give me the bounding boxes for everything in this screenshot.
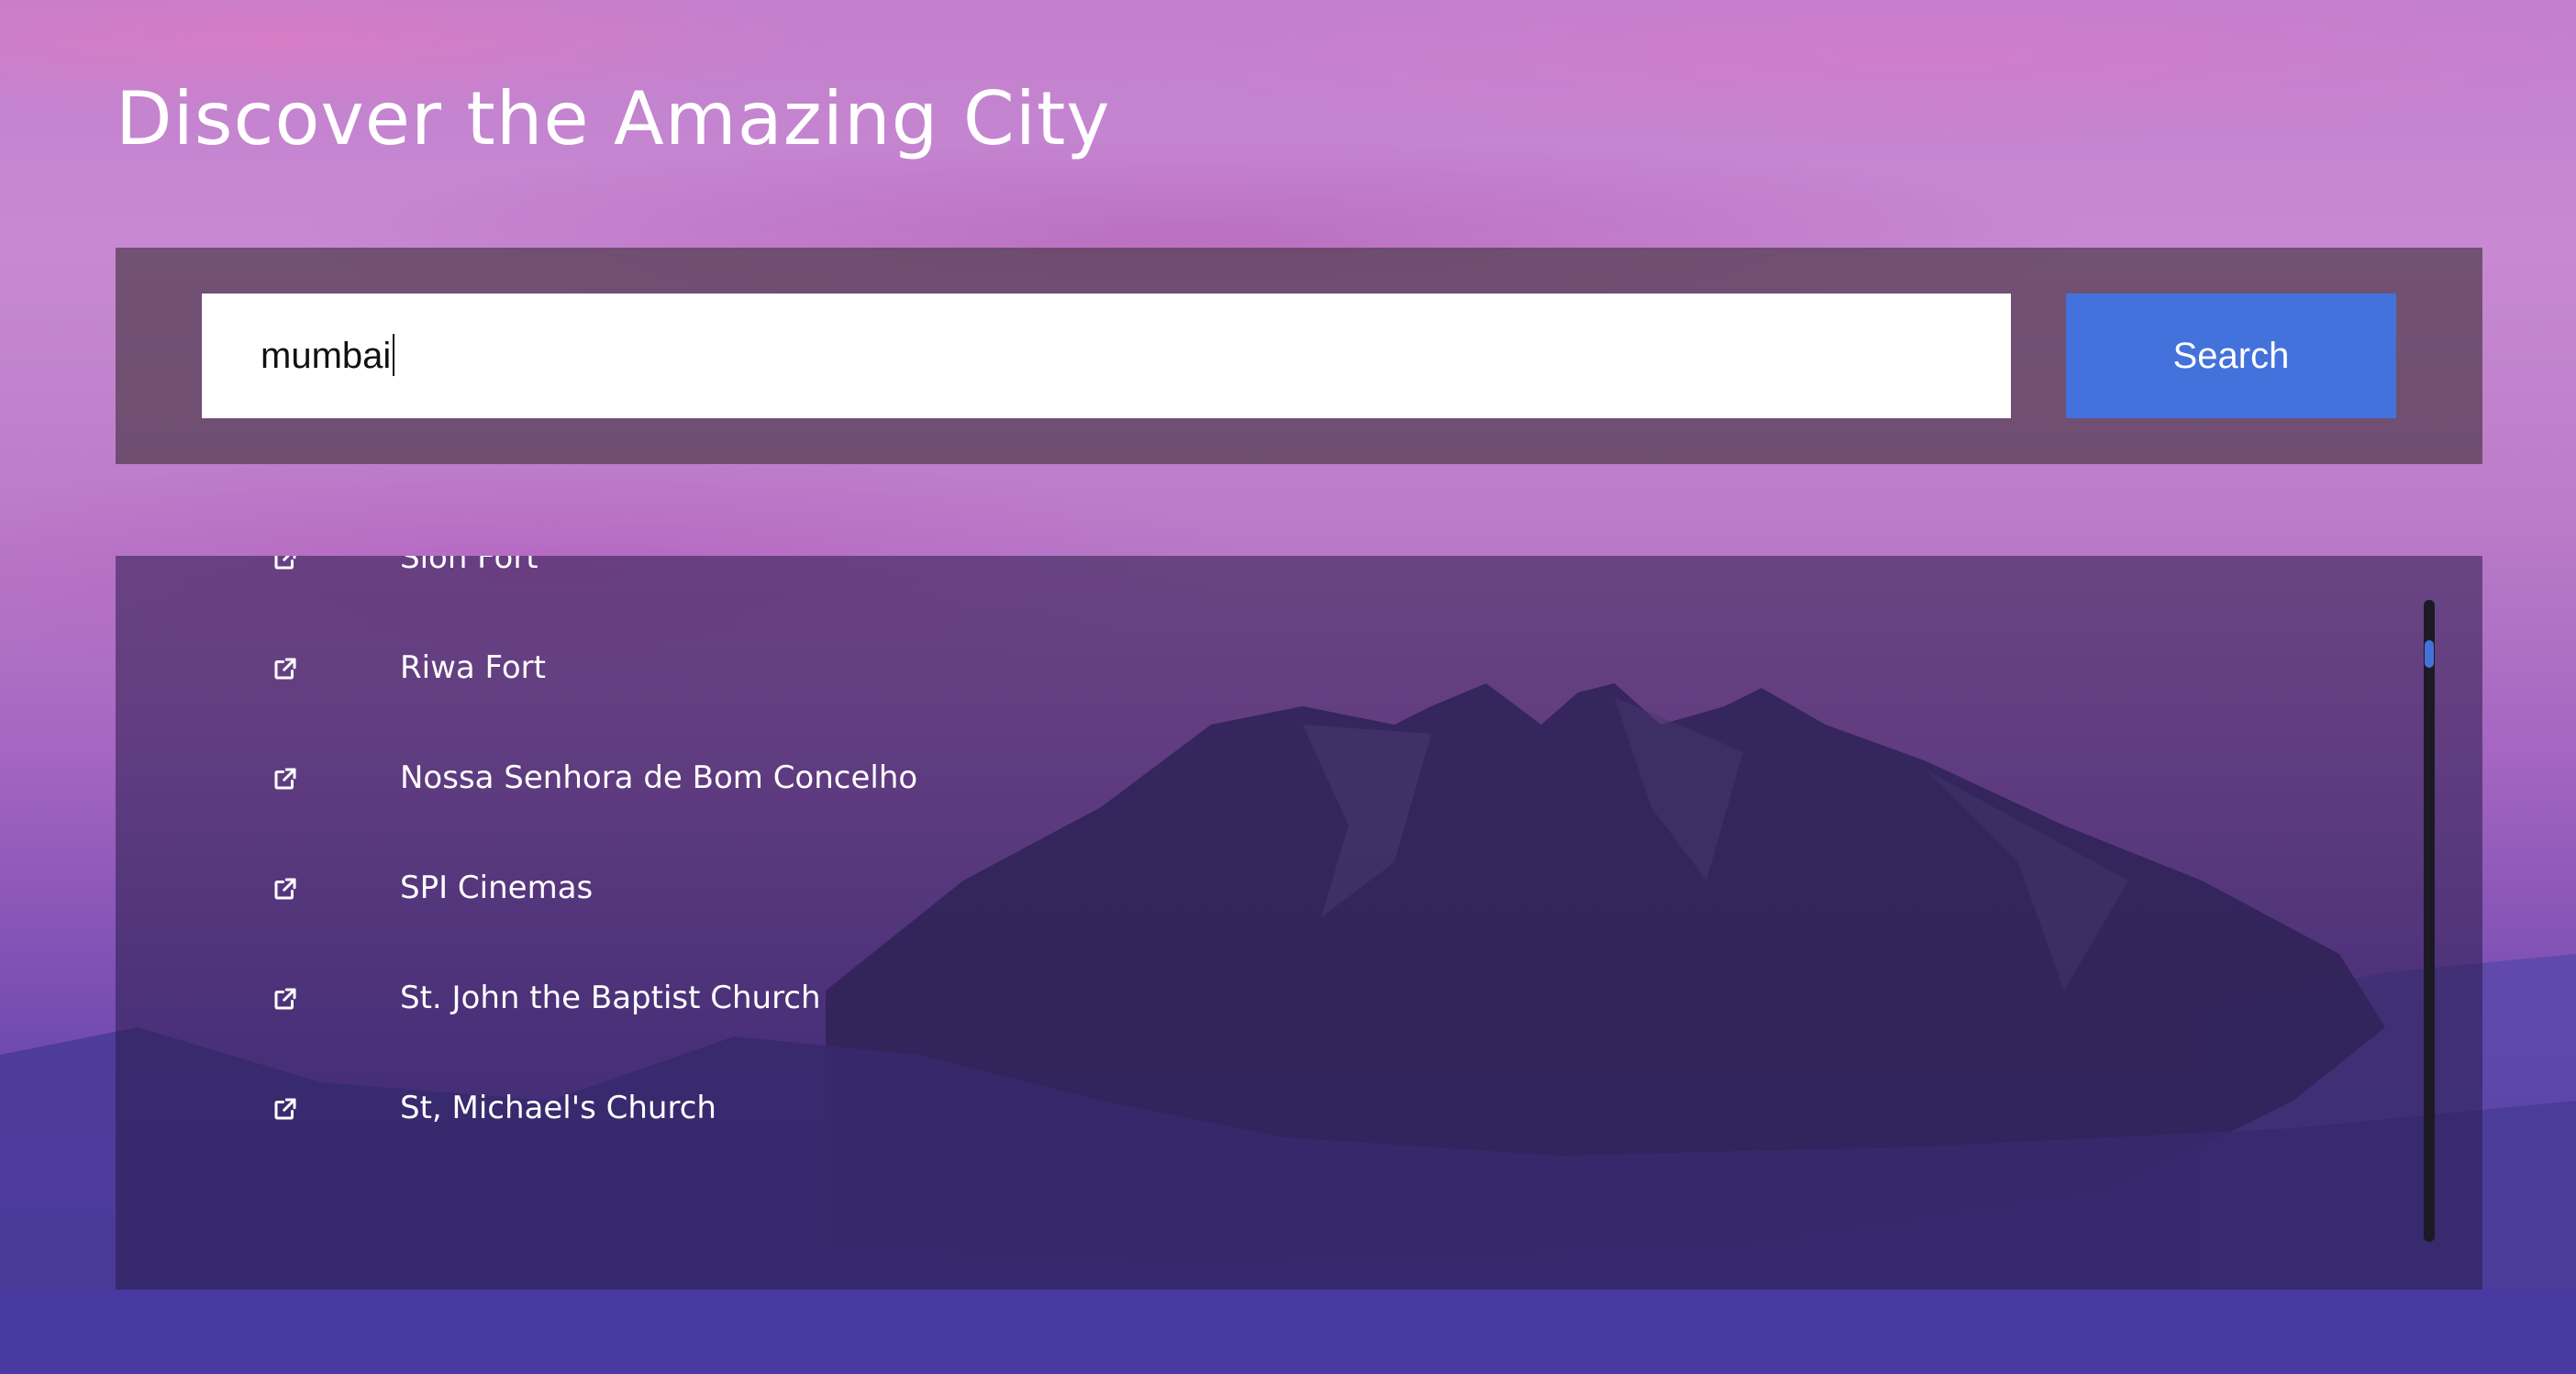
external-link-icon[interactable] xyxy=(272,655,299,682)
list-item-label[interactable]: St. John the Baptist Church xyxy=(400,976,821,1020)
search-panel: mumbai Search xyxy=(116,248,2482,464)
list-item[interactable]: St. John the Baptist Church xyxy=(116,945,2409,1055)
external-link-icon[interactable] xyxy=(272,1095,299,1123)
list-item-label[interactable]: SPI Cinemas xyxy=(400,866,593,910)
external-link-icon[interactable] xyxy=(272,765,299,792)
results-scrollbar[interactable] xyxy=(2424,600,2435,1242)
scrollbar-thumb[interactable] xyxy=(2425,640,2434,668)
list-item[interactable]: Nossa Senhora de Bom Concelho xyxy=(116,725,2409,835)
list-item-label[interactable]: Sion Fort xyxy=(400,556,539,580)
search-button[interactable]: Search xyxy=(2066,294,2396,418)
list-item-label[interactable]: Riwa Fort xyxy=(400,646,546,690)
search-input[interactable]: mumbai xyxy=(202,294,2011,418)
list-item[interactable]: Sion Fort xyxy=(116,556,2409,615)
list-item[interactable]: SPI Cinemas xyxy=(116,835,2409,945)
list-item-label[interactable]: Nossa Senhora de Bom Concelho xyxy=(400,756,917,800)
external-link-icon[interactable] xyxy=(272,985,299,1013)
external-link-icon[interactable] xyxy=(272,556,299,572)
list-item[interactable]: St, Michael's Church xyxy=(116,1055,2409,1165)
page-title: Discover the Amazing City xyxy=(116,76,1111,161)
results-list: Sion Fort Riwa Fort Nossa Senhora de Bom… xyxy=(116,556,2409,1165)
list-item[interactable]: Riwa Fort xyxy=(116,615,2409,725)
list-item-label[interactable]: St, Michael's Church xyxy=(400,1086,716,1130)
text-caret xyxy=(393,334,395,377)
results-panel[interactable]: Sion Fort Riwa Fort Nossa Senhora de Bom… xyxy=(116,556,2482,1290)
search-input-value: mumbai xyxy=(261,336,392,376)
external-link-icon[interactable] xyxy=(272,875,299,903)
